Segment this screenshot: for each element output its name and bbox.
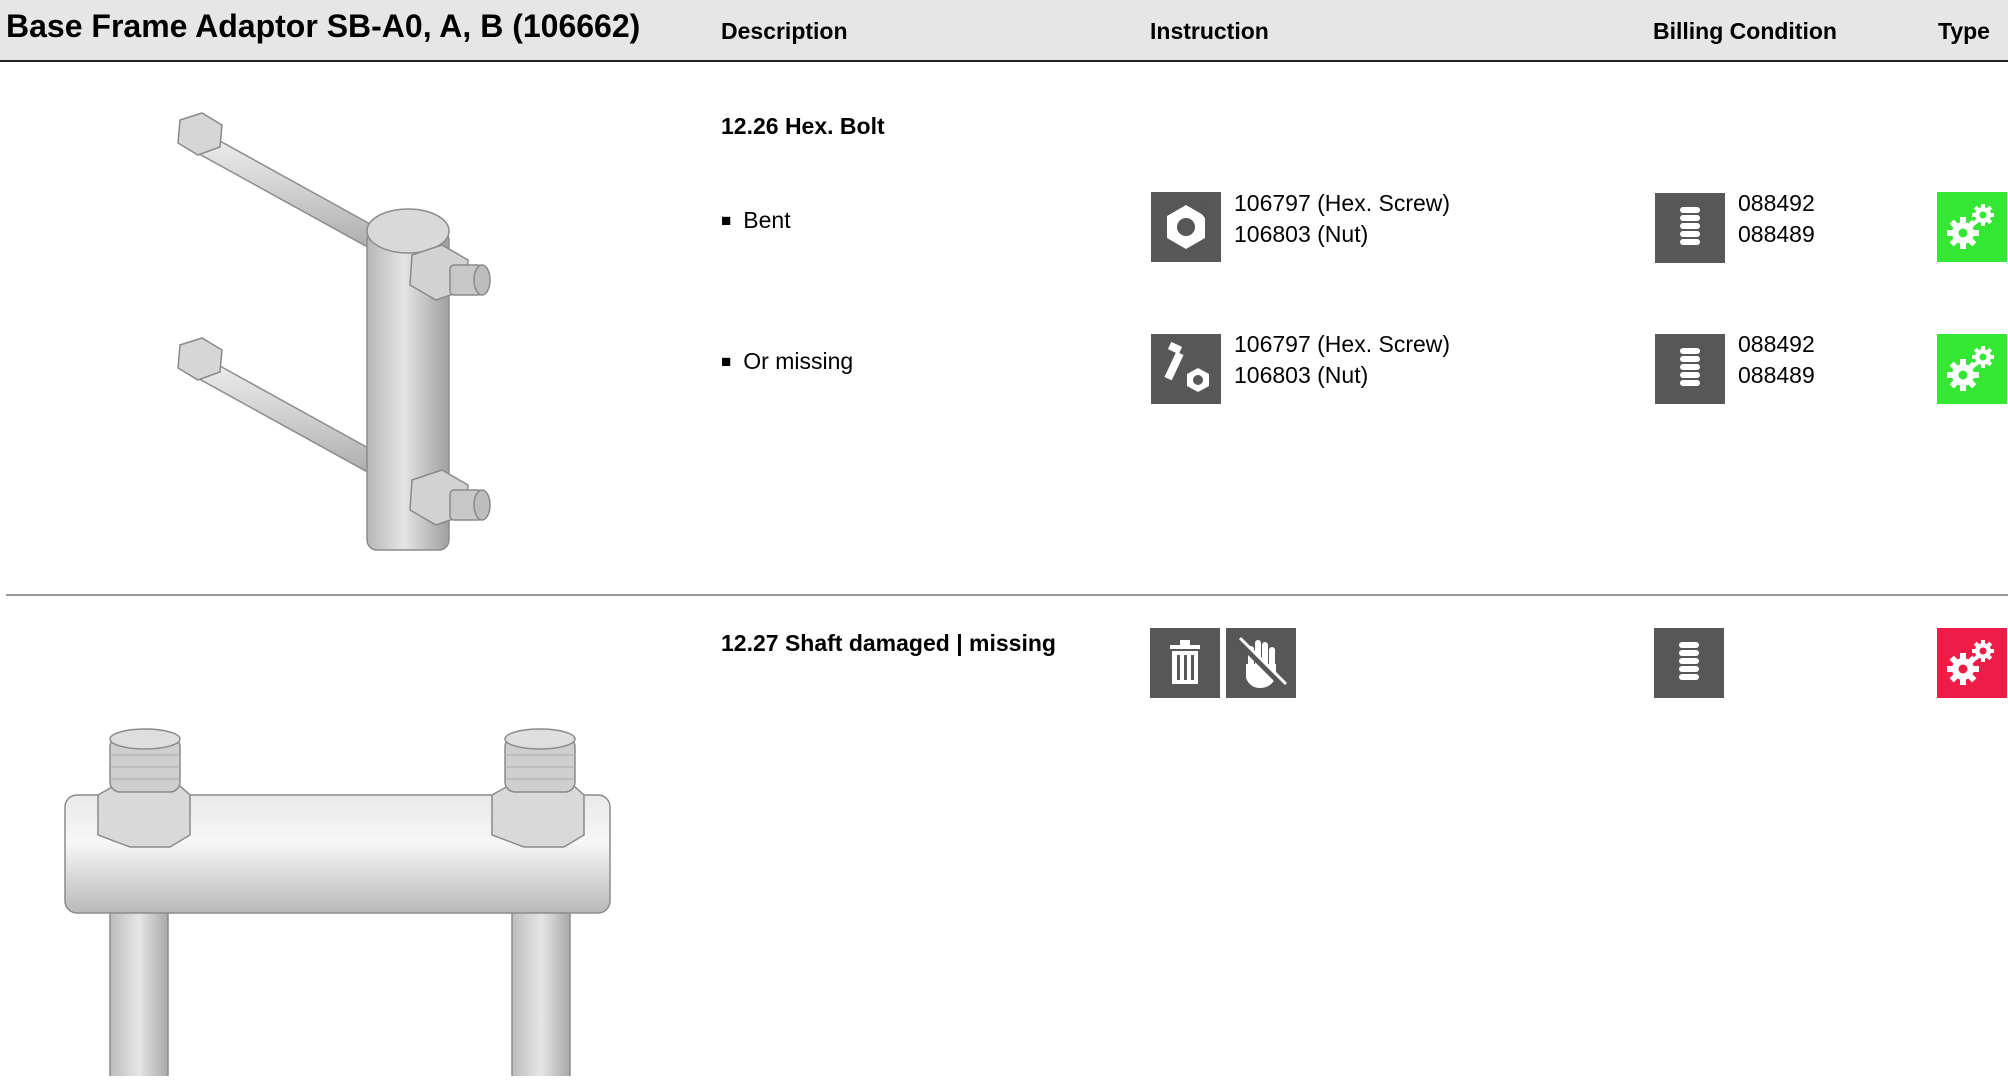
list-item: ■ Or missing (721, 348, 853, 375)
type-badge (1937, 628, 2007, 698)
billing-code: 088492 (1738, 331, 1815, 357)
part-number: 106803 (Nut) (1234, 221, 1369, 247)
coin-stack-icon (1654, 628, 1724, 698)
section-divider (6, 594, 2008, 596)
hex-bolt-illustration (160, 105, 520, 575)
no-touch-hand-icon (1226, 628, 1296, 698)
bullet-square-icon: ■ (721, 211, 732, 230)
bullet-text: Or missing (743, 348, 854, 374)
part-number: 106803 (Nut) (1234, 362, 1369, 388)
column-header-description: Description (721, 18, 848, 44)
coin-stack-icon (1655, 193, 1725, 263)
trash-icon (1150, 628, 1220, 698)
billing-code: 088489 (1738, 221, 1815, 247)
list-item: ■ Bent (721, 207, 791, 234)
bullet-text: Bent (743, 207, 791, 233)
billing-code-list: 088492 088489 (1738, 329, 1815, 391)
part-number: 106797 (Hex. Screw) (1234, 331, 1451, 357)
part-number: 106797 (Hex. Screw) (1234, 190, 1451, 216)
gears-icon (1947, 640, 1994, 685)
damaged-nut-icon (1151, 192, 1221, 262)
shaft-illustration (60, 725, 630, 1081)
column-header-instruction: Instruction (1150, 18, 1269, 44)
section-title-hex-bolt: 12.26 Hex. Bolt (721, 113, 885, 139)
bolt-and-nut-icon (1151, 334, 1221, 404)
type-badge (1937, 334, 2007, 404)
page-title: Base Frame Adaptor SB-A0, A, B (106662) (6, 8, 641, 44)
type-badge (1937, 192, 2007, 262)
column-header-billing: Billing Condition (1653, 18, 1837, 44)
bullet-square-icon: ■ (721, 352, 732, 371)
section-title-shaft: 12.27 Shaft damaged | missing (721, 630, 1056, 656)
gears-icon (1947, 204, 1994, 249)
gears-icon (1947, 346, 1994, 391)
billing-code-list: 088492 088489 (1738, 188, 1815, 250)
billing-code: 088489 (1738, 362, 1815, 388)
column-header-type: Type (1938, 18, 1990, 44)
instruction-part-list: 106797 (Hex. Screw) 106803 (Nut) (1234, 188, 1450, 250)
instruction-part-list: 106797 (Hex. Screw) 106803 (Nut) (1234, 329, 1450, 391)
coin-stack-icon (1655, 334, 1725, 404)
billing-code: 088492 (1738, 190, 1815, 216)
